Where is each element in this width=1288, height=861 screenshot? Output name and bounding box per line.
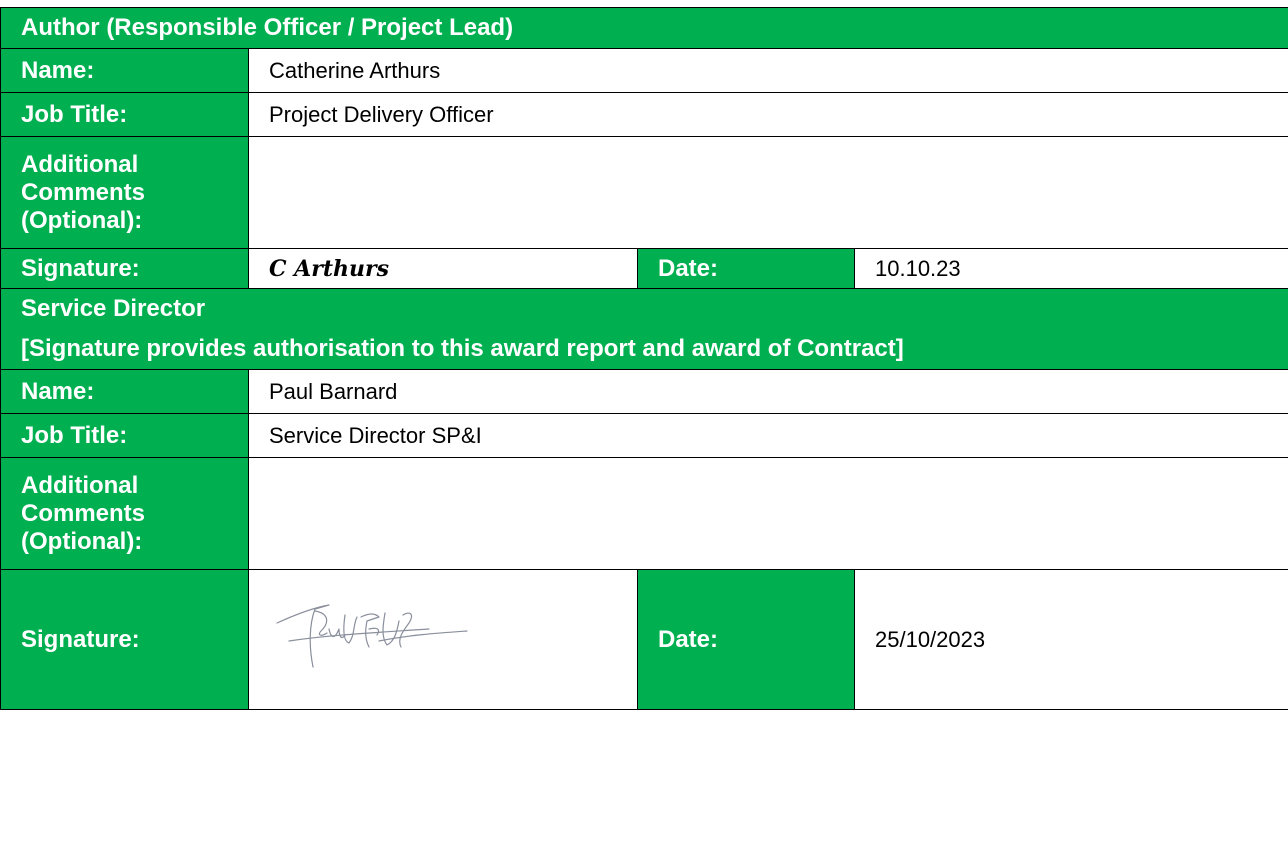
author-name-label: Name: <box>0 48 249 93</box>
author-comments-value <box>247 136 1288 249</box>
director-heading-line2: [Signature provides authorisation to thi… <box>21 335 904 362</box>
director-name-value: Paul Barnard <box>247 369 1288 414</box>
director-job-title-label: Job Title: <box>0 413 249 458</box>
director-date-value: 25/10/2023 <box>853 569 1288 710</box>
author-job-title-label: Job Title: <box>0 92 249 137</box>
director-name-label: Name: <box>0 369 249 414</box>
handwritten-signature-icon <box>276 603 468 668</box>
author-comments-label: Additional Comments (Optional): <box>0 136 249 249</box>
director-comments-value <box>247 457 1288 570</box>
clipped-page-title <box>0 0 1288 4</box>
author-signature: C Arthurs <box>248 248 638 289</box>
director-signature-label: Signature: <box>0 569 249 710</box>
director-signature <box>248 569 638 710</box>
director-date-label: Date: <box>637 569 855 710</box>
author-section-heading: Author (Responsible Officer / Project Le… <box>0 7 1288 49</box>
sign-off-table: Author (Responsible Officer / Project Le… <box>0 7 1288 710</box>
director-section-heading: Service Director [Signature provides aut… <box>0 288 1288 370</box>
author-date-label: Date: <box>637 248 855 289</box>
author-job-title-value: Project Delivery Officer <box>247 92 1288 137</box>
author-name-value: Catherine Arthurs <box>247 48 1288 93</box>
author-signature-label: Signature: <box>0 248 249 289</box>
director-heading-line1: Service Director <box>21 295 206 322</box>
author-date-value: 10.10.23 <box>853 248 1288 289</box>
director-job-title-value: Service Director SP&I <box>247 413 1288 458</box>
director-comments-label: Additional Comments (Optional): <box>0 457 249 570</box>
